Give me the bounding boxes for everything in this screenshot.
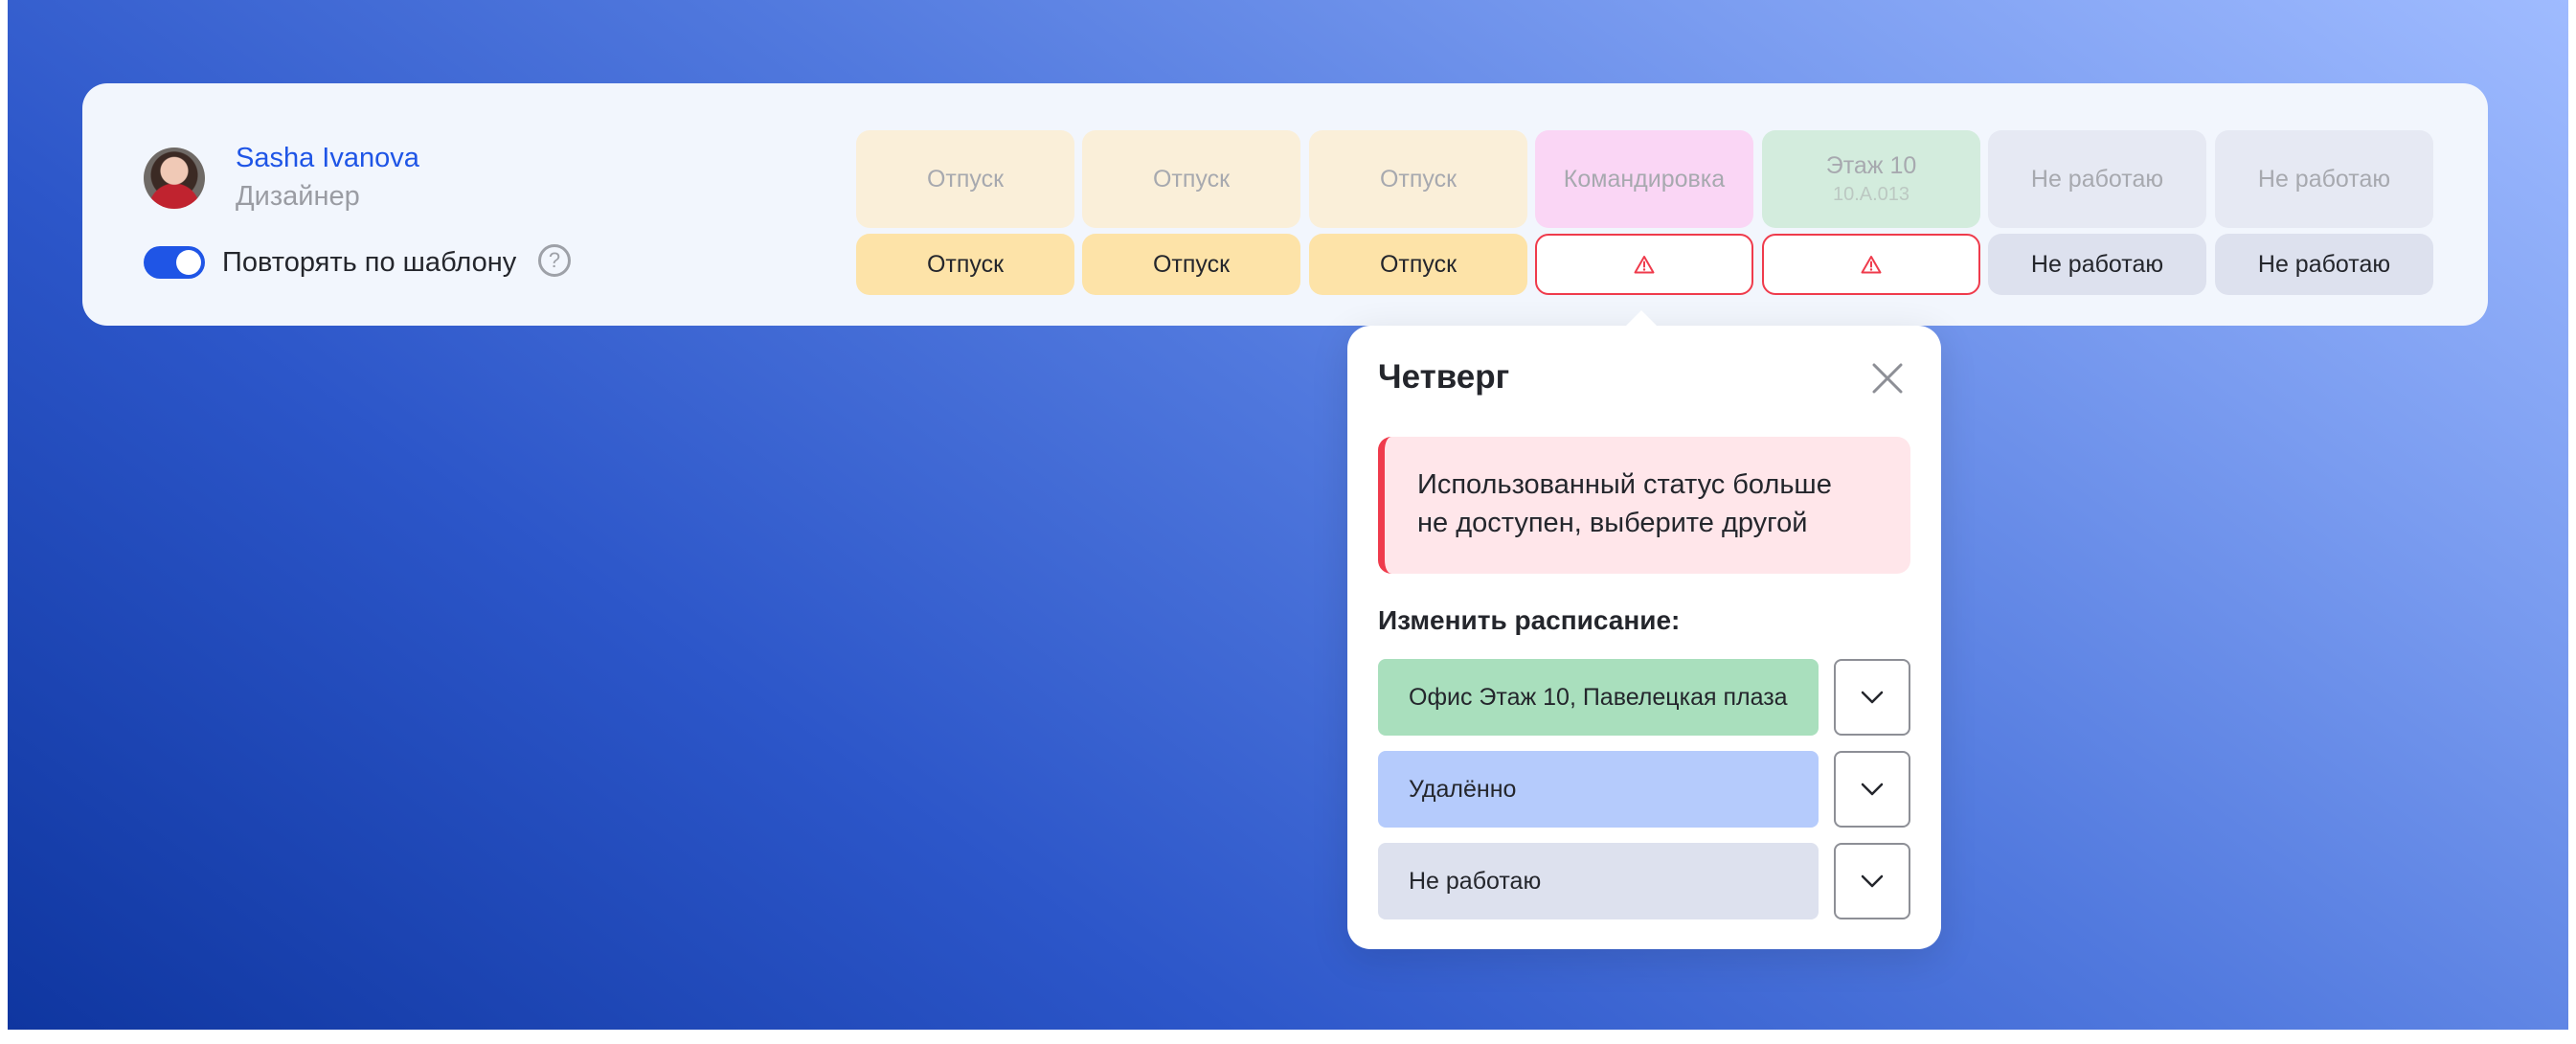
day-cell-actual[interactable]: Отпуск bbox=[856, 234, 1074, 295]
warning-icon bbox=[1634, 256, 1655, 274]
day-cell-planned[interactable]: Не работаю bbox=[2215, 130, 2433, 228]
alert-text-line1: Использованный статус больше bbox=[1417, 469, 1832, 500]
desk-number: 10.A.013 bbox=[1832, 184, 1910, 205]
day-cell-label: Не работаю bbox=[2257, 165, 2391, 193]
day-edit-popover: Четверг Использованный статус больше не … bbox=[1347, 310, 1941, 949]
chevron-down-icon bbox=[1861, 783, 1884, 796]
day-cell-label: Этаж 10 bbox=[1825, 152, 1917, 179]
day-cell-planned[interactable]: Не работаю bbox=[1988, 130, 2206, 228]
change-schedule-label: Изменить расписание: bbox=[1378, 605, 1681, 635]
toggle-knob bbox=[176, 250, 201, 275]
day-cell-actual[interactable]: Отпуск bbox=[1309, 234, 1527, 295]
day-cell-actual-warning[interactable] bbox=[1762, 234, 1980, 295]
background-canvas: Sasha Ivanova Дизайнер Повторять по шабл… bbox=[8, 0, 2568, 1030]
day-cell-planned[interactable]: Этаж 10 10.A.013 bbox=[1762, 130, 1980, 228]
user-role: Дизайнер bbox=[236, 181, 360, 212]
chevron-down-icon bbox=[1861, 874, 1884, 888]
error-alert: Использованный статус больше не доступен… bbox=[1378, 437, 1910, 574]
day-cell-label: Отпуск bbox=[926, 165, 1005, 193]
schedule-option-office[interactable]: Офис Этаж 10, Павелецкая плаза bbox=[1378, 659, 1819, 736]
day-cell-label: Командировка bbox=[1563, 165, 1726, 193]
help-icon[interactable]: ? bbox=[538, 244, 571, 277]
day-cell-planned[interactable]: Отпуск bbox=[1309, 130, 1527, 228]
day-cell-label: Отпуск bbox=[1379, 250, 1457, 278]
day-cell-planned[interactable]: Командировка bbox=[1535, 130, 1753, 228]
day-cell-actual[interactable]: Не работаю bbox=[2215, 234, 2433, 295]
remote-dropdown-button[interactable] bbox=[1834, 751, 1910, 828]
day-cell-label: Не работаю bbox=[2030, 165, 2164, 193]
avatar bbox=[144, 148, 205, 209]
day-cell-label: Отпуск bbox=[1152, 250, 1231, 278]
user-name-link[interactable]: Sasha Ivanova bbox=[236, 143, 419, 174]
repeat-template-toggle[interactable] bbox=[144, 246, 205, 279]
chevron-down-icon bbox=[1861, 691, 1884, 704]
day-cell-actual[interactable]: Не работаю bbox=[1988, 234, 2206, 295]
day-cell-actual[interactable]: Отпуск bbox=[1082, 234, 1300, 295]
day-cell-label: Не работаю bbox=[2030, 250, 2164, 278]
schedule-option-not-working[interactable]: Не работаю bbox=[1378, 843, 1819, 919]
day-cell-planned[interactable]: Отпуск bbox=[856, 130, 1074, 228]
employee-schedule-card: Sasha Ivanova Дизайнер Повторять по шабл… bbox=[82, 83, 2488, 326]
day-cell-planned[interactable]: Отпуск bbox=[1082, 130, 1300, 228]
schedule-option-remote[interactable]: Удалённо bbox=[1378, 751, 1819, 828]
popover-caret bbox=[1624, 310, 1659, 328]
day-cell-label: Отпуск bbox=[926, 250, 1005, 278]
day-cell-actual-warning[interactable] bbox=[1535, 234, 1753, 295]
day-cell-label: Отпуск bbox=[1379, 165, 1457, 193]
office-dropdown-button[interactable] bbox=[1834, 659, 1910, 736]
popover-title: Четверг bbox=[1378, 358, 1510, 396]
repeat-template-label: Повторять по шаблону bbox=[222, 247, 517, 278]
warning-icon bbox=[1861, 256, 1882, 274]
day-cell-label: Не работаю bbox=[2257, 250, 2391, 278]
alert-text-line2: не доступен, выберите другой bbox=[1417, 508, 1808, 538]
day-cell-label: Отпуск bbox=[1152, 165, 1231, 193]
close-icon[interactable] bbox=[1870, 361, 1905, 396]
not-working-dropdown-button[interactable] bbox=[1834, 843, 1910, 919]
